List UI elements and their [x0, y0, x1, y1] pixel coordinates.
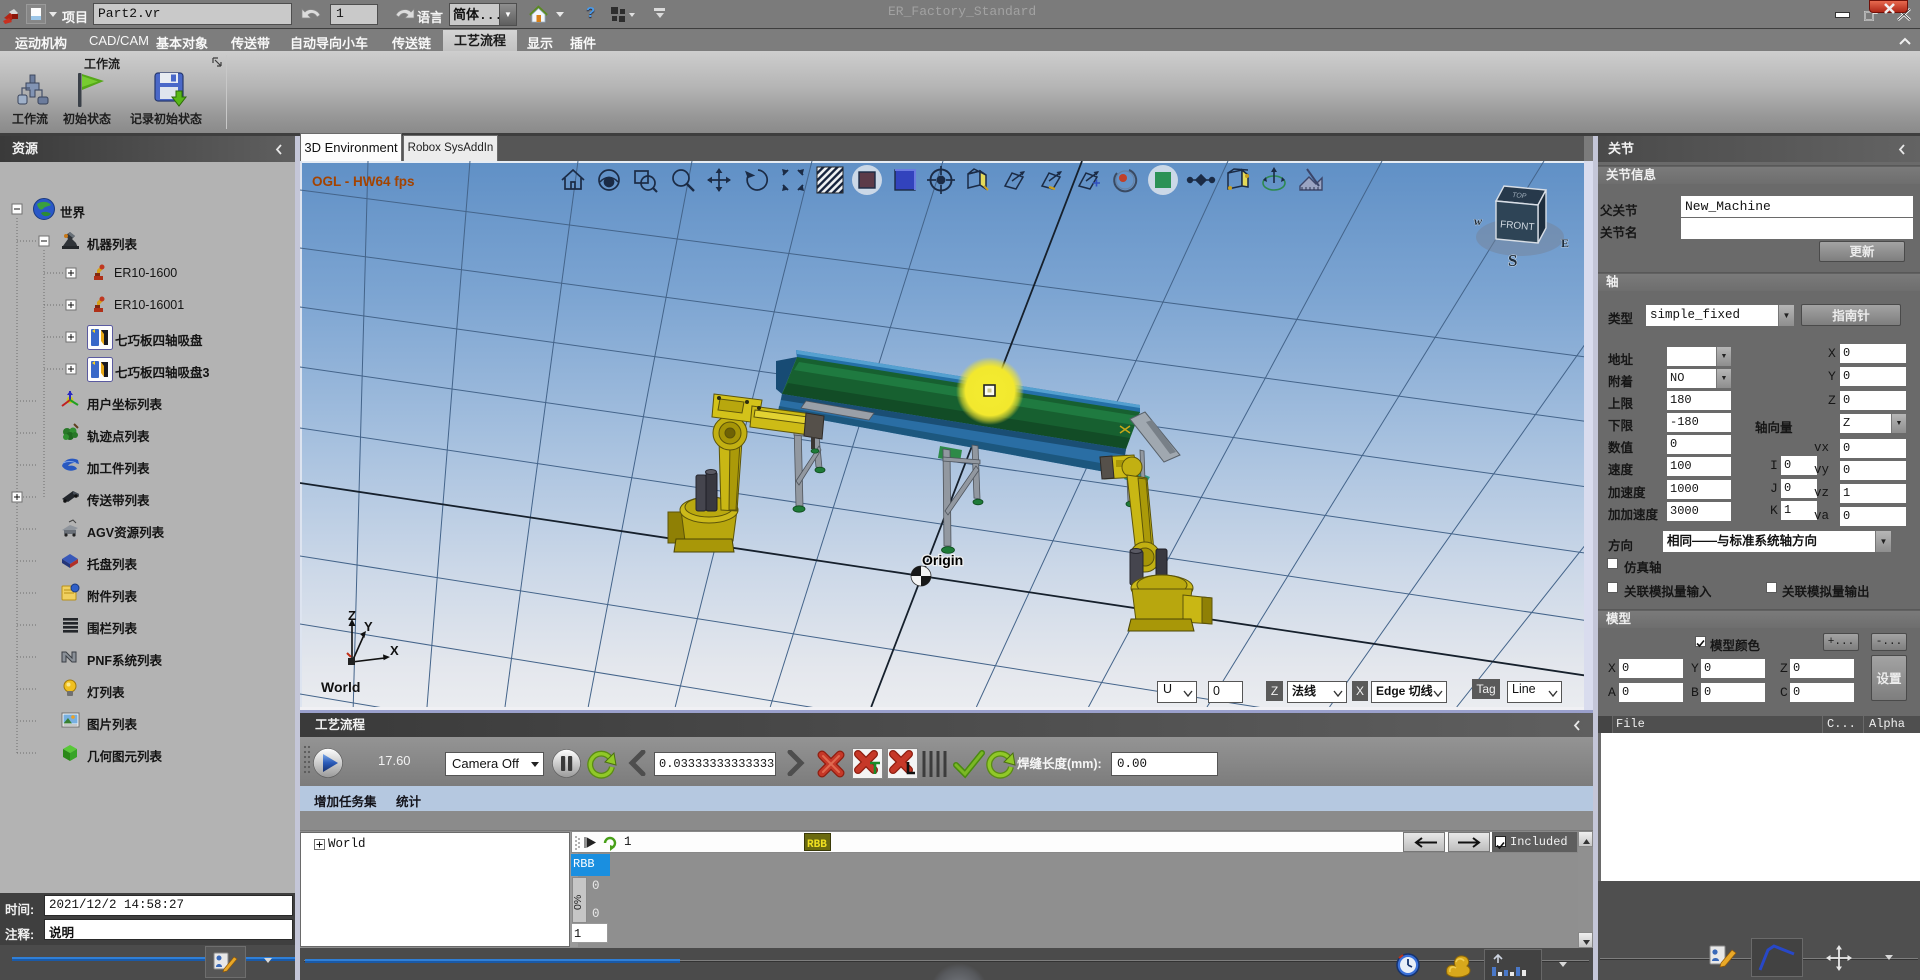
svg-text:S: S	[1508, 251, 1517, 270]
svg-text:Z: Z	[348, 608, 356, 623]
svg-text:w: w	[1474, 214, 1483, 228]
svg-text:E: E	[1561, 236, 1569, 250]
svg-text:OGL - HW64 fps: OGL - HW64 fps	[312, 174, 415, 189]
svg-text:Y: Y	[364, 619, 373, 634]
svg-text:TOP: TOP	[1512, 192, 1527, 200]
svg-text:X: X	[390, 643, 399, 658]
svg-text:Origin: Origin	[922, 552, 963, 568]
svg-text:World: World	[321, 679, 360, 695]
